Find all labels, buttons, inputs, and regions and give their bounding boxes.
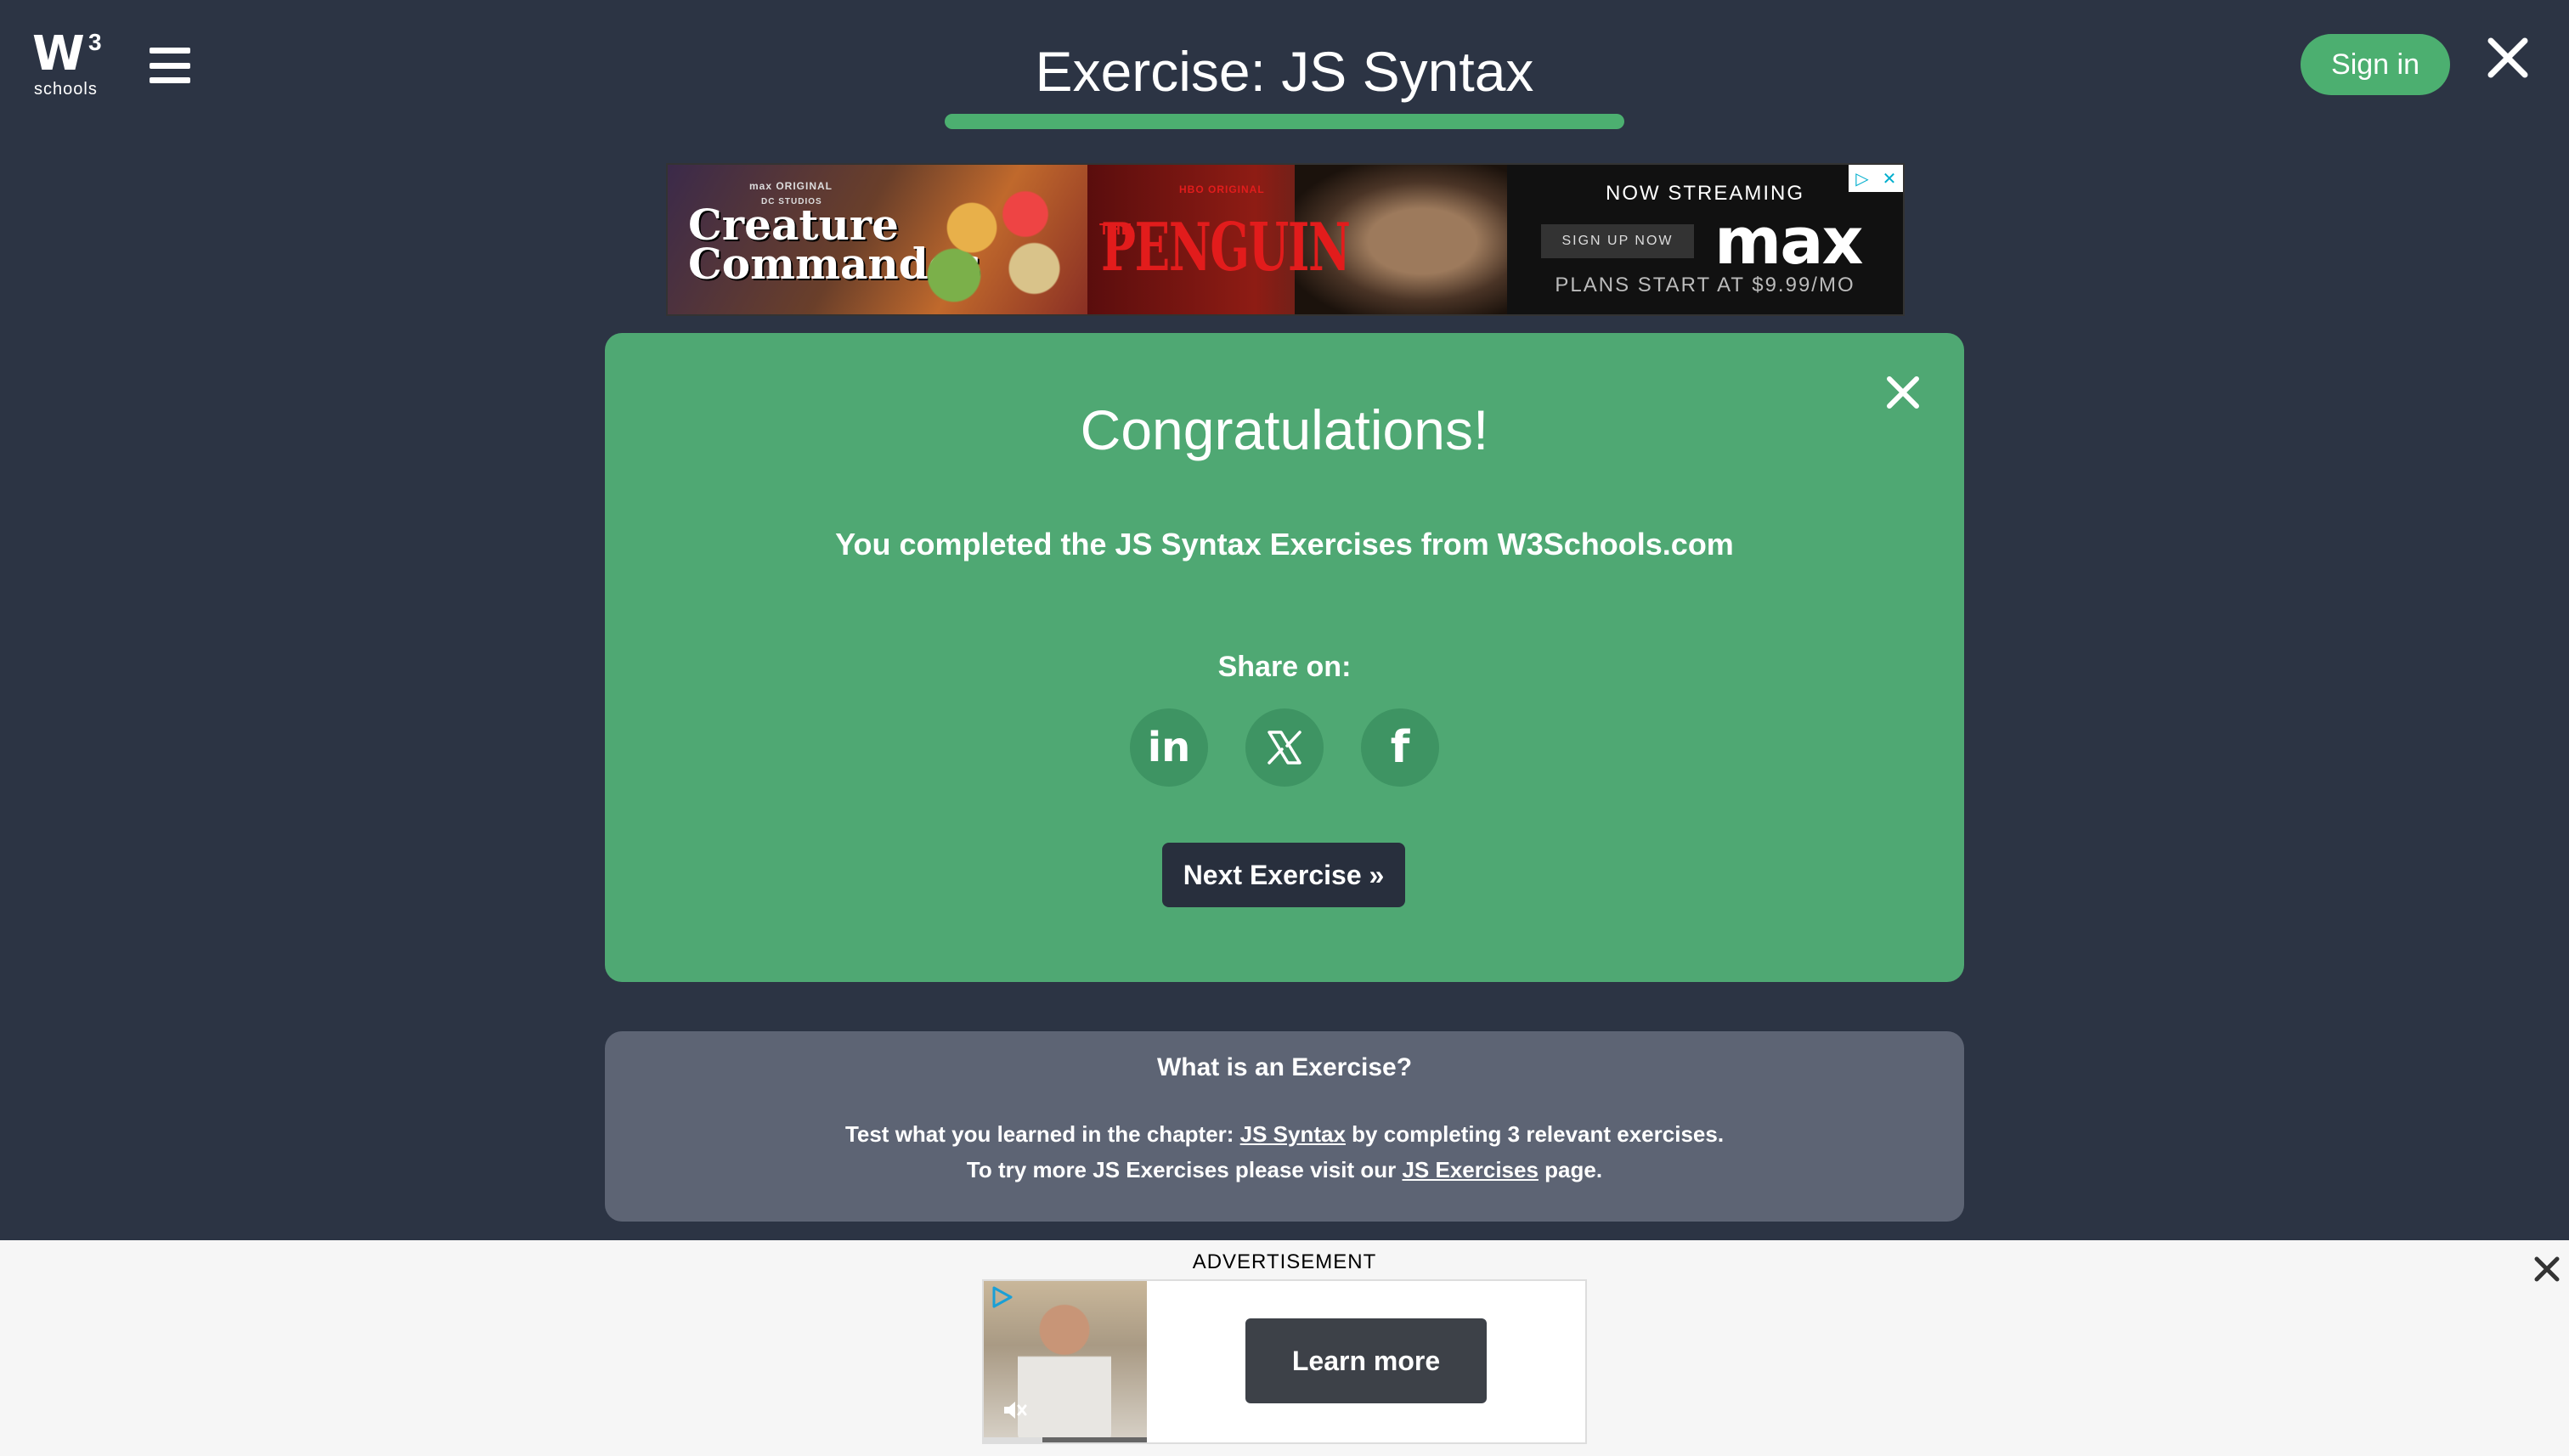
next-exercise-button[interactable]: Next Exercise » <box>1162 843 1405 907</box>
ad-panel-creature-commandos[interactable]: max ORIGINAL DC STUDIOS Creature Command… <box>668 165 1087 314</box>
max-logo: max <box>1714 203 1863 279</box>
mute-icon[interactable] <box>1001 1397 1028 1424</box>
top-ad-banner[interactable]: max ORIGINAL DC STUDIOS Creature Command… <box>666 163 1905 316</box>
ad-signup-button[interactable]: SIGN UP NOW <box>1541 224 1694 258</box>
ad-title: PENGUIN <box>1101 209 1351 286</box>
page-title: Exercise: JS Syntax <box>1035 40 1534 103</box>
bottom-ad: ADVERTISEMENT Learn more <box>0 1240 2569 1456</box>
x-logo <box>1268 731 1301 765</box>
ad-plans-text: PLANS START AT $9.99/MO <box>1555 274 1855 296</box>
ad-panel-penguin[interactable]: HBO ORIGINAL THE PENGUIN <box>1087 165 1507 314</box>
close-icon[interactable] <box>2532 1254 2562 1284</box>
ad-video[interactable] <box>984 1281 1147 1442</box>
x-icon[interactable] <box>1245 708 1324 787</box>
progress-bar <box>945 114 1624 129</box>
advertisement-label: ADVERTISEMENT <box>1192 1250 1377 1273</box>
facebook-icon[interactable]: f <box>1361 708 1439 787</box>
completion-message: You completed the JS Syntax Exercises fr… <box>835 527 1734 562</box>
ad-video-progress-fill <box>984 1437 1043 1442</box>
info-line: To try more JS Exercises please visit ou… <box>605 1157 1964 1183</box>
exercise-info-box: What is an Exercise? Test what you learn… <box>605 1031 1964 1222</box>
adchoices-icon[interactable] <box>989 1284 1014 1310</box>
learn-more-button[interactable]: Learn more <box>1245 1318 1487 1403</box>
info-text: by completing 3 relevant exercises. <box>1345 1121 1725 1147</box>
ad-brand: max ORIGINAL <box>749 180 833 192</box>
adchoices[interactable]: ▷ ✕ <box>1849 165 1903 192</box>
ad-panel-max[interactable]: NOW STREAMING SIGN UP NOW max PLANS STAR… <box>1507 165 1903 314</box>
info-title: What is an Exercise? <box>1156 1053 1413 1081</box>
ad-box[interactable]: Learn more <box>982 1279 1587 1444</box>
share-label: Share on: <box>1217 651 1352 683</box>
js-exercises-link[interactable]: JS Exercises <box>1402 1157 1538 1182</box>
ad-video-image <box>1018 1298 1111 1442</box>
info-line: Test what you learned in the chapter: JS… <box>605 1121 1964 1148</box>
info-text: To try more JS Exercises please visit ou… <box>966 1157 1403 1182</box>
info-text: page. <box>1538 1157 1603 1182</box>
ad-characters-image <box>901 173 1079 309</box>
ad-video-progress[interactable] <box>984 1437 1147 1442</box>
close-icon[interactable]: ✕ <box>1876 165 1903 192</box>
close-icon[interactable] <box>2484 34 2532 82</box>
ad-brand: HBO ORIGINAL <box>1179 183 1265 195</box>
sign-in-button[interactable]: Sign in <box>2301 34 2450 95</box>
congratulations-title: Congratulations! <box>1080 398 1489 461</box>
js-syntax-link[interactable]: JS Syntax <box>1240 1121 1346 1147</box>
info-text: Test what you learned in the chapter: <box>844 1121 1240 1147</box>
ad-now-streaming: NOW STREAMING <box>1606 182 1804 205</box>
linkedin-icon[interactable]: in <box>1130 708 1208 787</box>
congratulations-card: Congratulations! You completed the JS Sy… <box>605 333 1964 982</box>
adchoices-icon[interactable]: ▷ <box>1849 165 1876 192</box>
